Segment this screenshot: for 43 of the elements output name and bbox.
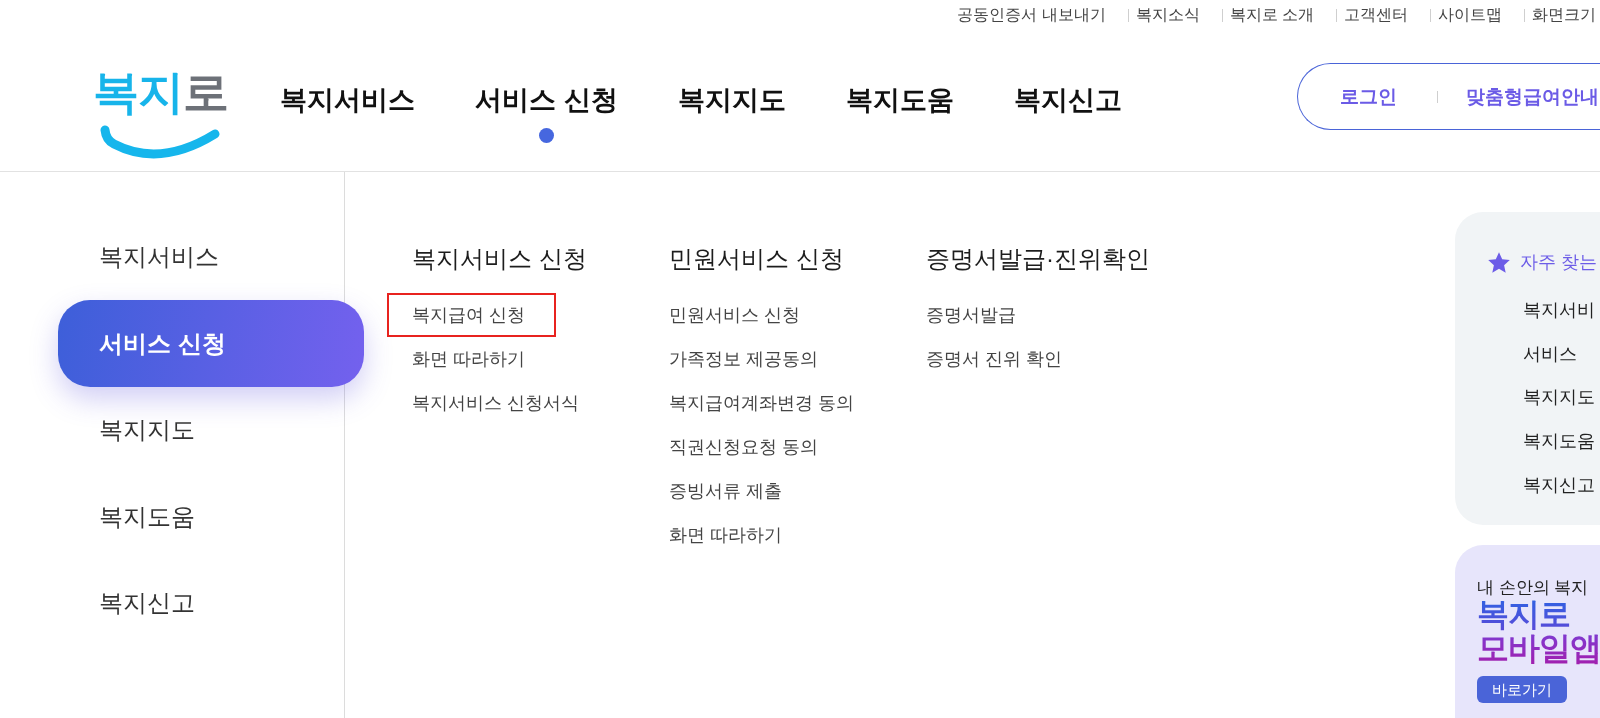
main-nav-tab[interactable]: 복지도움 (845, 82, 954, 144)
utility-link[interactable]: 사이트맵 (1438, 5, 1502, 25)
submenu-link[interactable]: 화면 따라하기 (644, 513, 813, 557)
submenu-link[interactable]: 화면 따라하기 (387, 337, 556, 381)
login-link[interactable]: 로그인 (1340, 84, 1397, 109)
submenu-heading: 복지서비스 신청 (412, 244, 587, 274)
main-nav-tab[interactable]: 복지지도 (677, 82, 786, 144)
submenu-link[interactable]: 가족정보 제공동의 (644, 337, 849, 381)
submenu-link[interactable]: 증명서 진위 확인 (901, 337, 1093, 381)
submenu-link[interactable]: 민원서비스 신청 (644, 293, 831, 337)
sidebar-menu-item[interactable]: 복지지도 (99, 415, 195, 446)
submenu-link[interactable]: 증빙서류 제출 (644, 469, 813, 513)
quick-link[interactable]: 복지신고 (1523, 473, 1595, 496)
main-nav-tab[interactable]: 복지서비스 (280, 82, 415, 144)
main-nav-tab[interactable]: 서비스 신청 (475, 82, 618, 144)
submenu-link[interactable]: 증명서발급 (901, 293, 1047, 337)
utility-link[interactable]: 화면크기 (1532, 5, 1596, 25)
star-icon (1488, 251, 1510, 273)
submenu-link[interactable]: 복지서비스 신청서식 (387, 381, 610, 425)
submenu-heading: 민원서비스 신청 (669, 244, 844, 274)
utility-link[interactable]: 복지소식 (1135, 5, 1200, 25)
sidebar-menu-item[interactable]: 서비스 신청 (58, 300, 364, 388)
utility-link[interactable]: 공동인증서 내보내기 (957, 5, 1106, 25)
main-nav-tab[interactable]: 복지신고 (1013, 82, 1122, 144)
banner-tagline: 내 손안의 복지 (1477, 577, 1589, 597)
sidebar-menu-item[interactable]: 복지서비스 (99, 242, 219, 273)
banner-title: 모바일앱 (1477, 632, 1600, 665)
quick-link[interactable]: 복지도움 (1523, 430, 1595, 453)
account-link[interactable]: 맞춤형급여안내 (1466, 84, 1599, 109)
quick-link[interactable]: 복지서비 (1523, 298, 1595, 321)
quick-link[interactable]: 서비스 (1523, 342, 1577, 365)
utility-link[interactable]: 복지로 소개 (1229, 5, 1314, 25)
shortcut-button[interactable]: 바로가기 (1477, 676, 1567, 703)
quick-link[interactable]: 복지지도 (1523, 386, 1595, 409)
sidebar-menu-item[interactable]: 복지신고 (99, 588, 195, 619)
utility-link[interactable]: 고객센터 (1344, 5, 1408, 25)
submenu-link[interactable]: 복지급여계좌변경 동의 (644, 381, 885, 425)
sidebar-menu-item[interactable]: 복지도움 (99, 501, 195, 532)
submenu-link[interactable]: 복지급여 신청 (387, 293, 556, 337)
submenu-heading: 증명서발급·진위확인 (926, 244, 1150, 274)
submenu-link[interactable]: 직권신청요청 동의 (644, 425, 849, 469)
quick-links-title: 자주 찾는 (1520, 251, 1597, 274)
banner-title: 복지로 (1477, 598, 1570, 631)
